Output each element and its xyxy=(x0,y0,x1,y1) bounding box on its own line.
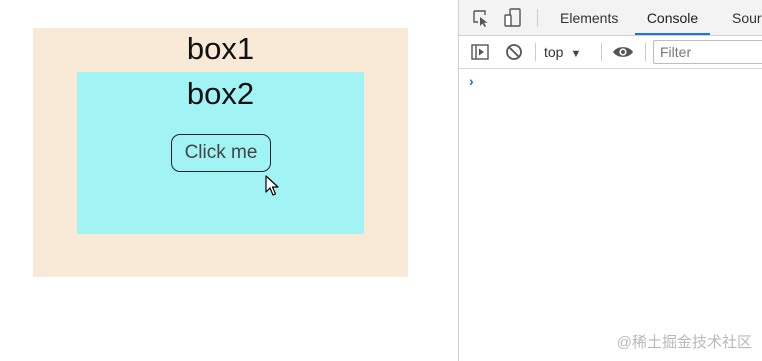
execution-context-label: top xyxy=(544,44,564,60)
console-filter-input[interactable] xyxy=(653,40,762,64)
tab-elements[interactable]: Elements xyxy=(556,0,622,35)
device-toolbar-icon[interactable] xyxy=(501,6,525,30)
inspect-element-icon[interactable] xyxy=(469,6,493,30)
page-viewport: box1 box2 Click me xyxy=(0,0,458,361)
mouse-pointer-icon xyxy=(265,175,279,196)
toolbar-separator xyxy=(601,43,602,61)
dropdown-arrow-icon: ▼ xyxy=(570,48,582,60)
toolbar-separator xyxy=(535,43,536,61)
box1[interactable]: box1 box2 Click me xyxy=(33,28,408,277)
tab-sources[interactable]: Sour xyxy=(728,0,762,35)
devtools-panel: Elements Console Sour top ▼ Filter › @稀土… xyxy=(459,0,762,361)
tab-console[interactable]: Console xyxy=(635,0,710,35)
clear-console-icon[interactable] xyxy=(502,40,526,64)
console-prompt-icon[interactable]: › xyxy=(469,73,474,89)
box2-label: box2 xyxy=(186,76,255,111)
box1-label: box1 xyxy=(186,31,255,66)
console-toolbar: top ▼ xyxy=(459,36,762,69)
watermark: @稀土掘金技术社区 xyxy=(616,334,752,351)
box2[interactable]: box2 Click me xyxy=(77,72,364,234)
tabbar-separator xyxy=(537,9,538,27)
click-me-button[interactable]: Click me xyxy=(171,134,271,172)
live-expression-eye-icon[interactable] xyxy=(611,40,635,64)
screen: box1 box2 Click me Elements Console Sour… xyxy=(0,0,762,361)
sidebar-toggle-icon[interactable] xyxy=(468,40,492,64)
devtools-tabbar: Elements Console Sour xyxy=(459,0,762,36)
toolbar-separator xyxy=(645,43,646,61)
execution-context-select[interactable]: top ▼ xyxy=(544,41,581,63)
